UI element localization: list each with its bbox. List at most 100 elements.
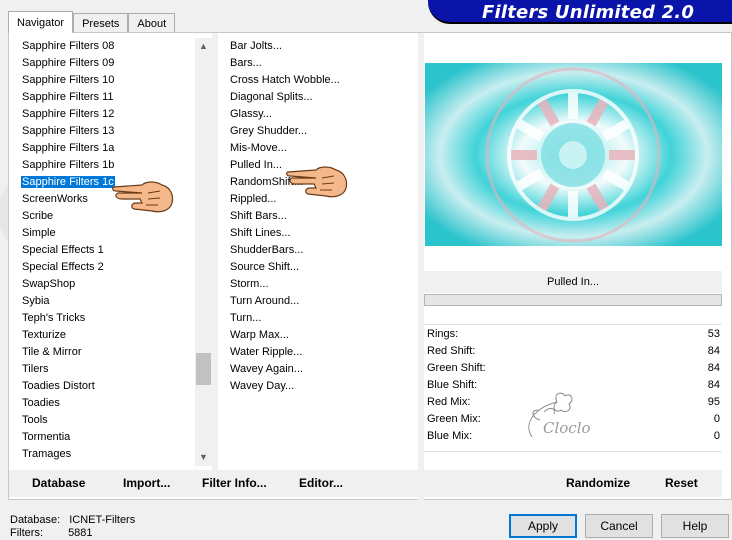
category-item[interactable]: Sybia <box>18 293 196 310</box>
category-item[interactable]: Tormentia <box>18 429 196 446</box>
scroll-up-arrow-icon[interactable]: ▲ <box>195 38 212 55</box>
app-title: Filters Unlimited 2.0 <box>482 2 695 23</box>
category-item[interactable]: Sapphire Filters 09 <box>18 55 196 72</box>
filter-item[interactable]: Source Shift... <box>226 259 416 276</box>
parameter-label: Rings: <box>427 328 459 340</box>
filter-info-button[interactable]: Filter Info... <box>202 476 267 490</box>
filter-item[interactable]: Shift Bars... <box>226 208 416 225</box>
category-item[interactable]: Tramages <box>18 446 196 463</box>
category-item-label: Simple <box>22 227 56 239</box>
randomize-button[interactable]: Randomize <box>566 476 630 490</box>
filter-item[interactable]: ShudderBars... <box>226 242 416 259</box>
tab-presets[interactable]: Presets <box>73 13 129 33</box>
category-item[interactable]: Sapphire Filters 11 <box>18 89 196 106</box>
category-item-label: Teph's Tricks <box>22 312 86 324</box>
parameter-row[interactable]: Green Shift: 84 <box>424 360 722 377</box>
category-item-label: Special Effects 2 <box>22 261 104 273</box>
category-item-label: T... <box>22 465 37 466</box>
filter-item-label: Turn Around... <box>230 295 300 307</box>
filter-item[interactable]: Diagonal Splits... <box>226 89 416 106</box>
filter-item[interactable]: Storm... <box>226 276 416 293</box>
import-button[interactable]: Import... <box>123 476 170 490</box>
filter-item[interactable]: Shift Lines... <box>226 225 416 242</box>
filter-item[interactable]: Cross Hatch Wobble... <box>226 72 416 89</box>
filter-item[interactable]: Wavey Again... <box>226 361 416 378</box>
category-item[interactable]: Sapphire Filters 1b <box>18 157 196 174</box>
scroll-thumb[interactable] <box>196 353 211 385</box>
parameter-value[interactable]: 0 <box>714 428 720 445</box>
category-item[interactable]: Special Effects 1 <box>18 242 196 259</box>
parameter-row[interactable]: Rings: 53 <box>424 326 722 343</box>
filter-item[interactable]: Bar Jolts... <box>226 38 416 55</box>
category-item-label: Scribe <box>22 210 54 222</box>
filter-item-label: Wavey Day... <box>230 380 295 392</box>
filter-item[interactable]: Turn... <box>226 310 416 327</box>
help-button[interactable]: Help <box>661 514 729 538</box>
category-item-label: Sapphire Filters 08 <box>22 40 115 52</box>
parameter-label: Blue Shift: <box>427 379 478 391</box>
filter-item[interactable]: Warp Max... <box>226 327 416 344</box>
category-item[interactable]: Special Effects 2 <box>18 259 196 276</box>
category-item[interactable]: Teph's Tricks <box>18 310 196 327</box>
filter-item-label: Shift Bars... <box>230 210 287 222</box>
category-item-label: Texturize <box>22 329 67 341</box>
category-item[interactable]: SwapShop <box>18 276 196 293</box>
category-item[interactable]: T... <box>18 463 196 466</box>
category-item-label: Tile & Mirror <box>22 346 82 358</box>
parameter-value[interactable]: 53 <box>708 326 720 343</box>
filter-item[interactable]: Grey Shudder... <box>226 123 416 140</box>
category-item[interactable]: Toadies Distort <box>18 378 196 395</box>
parameter-row[interactable]: Red Shift: 84 <box>424 343 722 360</box>
apply-button[interactable]: Apply <box>509 514 577 538</box>
parameter-value[interactable]: 84 <box>708 377 720 394</box>
category-item[interactable]: Sapphire Filters 13 <box>18 123 196 140</box>
preview-spoke <box>568 191 578 217</box>
category-item[interactable]: Sapphire Filters 10 <box>18 72 196 89</box>
filter-item-label: Shift Lines... <box>230 227 291 239</box>
filter-item-label: Pulled In... <box>230 159 282 171</box>
tab-navigator[interactable]: Navigator <box>8 11 74 33</box>
filter-item[interactable]: Glassy... <box>226 106 416 123</box>
category-item[interactable]: Tools <box>18 412 196 429</box>
filter-item[interactable]: Bars... <box>226 55 416 72</box>
filter-item[interactable]: Wavey Day... <box>226 378 416 395</box>
category-item-label: Tormentia <box>22 431 71 443</box>
database-button[interactable]: Database <box>32 476 85 490</box>
filter-preview-image <box>425 63 722 246</box>
category-item[interactable]: Tilers <box>18 361 196 378</box>
category-item[interactable]: Sapphire Filters 12 <box>18 106 196 123</box>
parameter-label: Green Mix: <box>427 413 481 425</box>
parameter-value[interactable]: 0 <box>714 411 720 428</box>
filter-item[interactable]: Turn Around... <box>226 293 416 310</box>
category-item[interactable]: Texturize <box>18 327 196 344</box>
category-scrollbar[interactable]: ▲ ▼ <box>195 38 212 466</box>
category-item-label: Tramages <box>22 448 72 460</box>
category-item[interactable]: Tile & Mirror <box>18 344 196 361</box>
cancel-button[interactable]: Cancel <box>585 514 653 538</box>
filter-item-label: Glassy... <box>230 108 272 120</box>
category-item[interactable]: Simple <box>18 225 196 242</box>
category-item-label: SwapShop <box>22 278 76 290</box>
tab-about[interactable]: About <box>128 13 176 33</box>
filter-item[interactable]: Mis-Move... <box>226 140 416 157</box>
parameter-value[interactable]: 84 <box>708 343 720 360</box>
category-item-label: Toadies Distort <box>22 380 95 392</box>
watermark-signature: Cloclo <box>543 419 591 437</box>
category-list[interactable]: Sapphire Filters 08 Sapphire Filters 09 Sa… <box>18 38 196 466</box>
parameter-value[interactable]: 95 <box>708 394 720 411</box>
filter-list[interactable]: Bar Jolts... Bars... Cross Hatch Wobble...… <box>226 38 416 466</box>
category-item[interactable]: Sapphire Filters 08 <box>18 38 196 55</box>
reset-button[interactable]: Reset <box>665 476 698 490</box>
filter-item-label: Bars... <box>230 57 262 69</box>
status-filters-label: Filters: <box>10 527 43 539</box>
parameter-label: Blue Mix: <box>427 430 473 442</box>
category-item-label: Sapphire Filters 11 <box>22 91 114 103</box>
preview-spoke <box>511 150 537 160</box>
category-item[interactable]: Sapphire Filters 1a <box>18 140 196 157</box>
parameter-value[interactable]: 84 <box>708 360 720 377</box>
scroll-down-arrow-icon[interactable]: ▼ <box>195 449 212 466</box>
category-item[interactable]: Toadies <box>18 395 196 412</box>
status-filters-value: 5881 <box>68 527 93 539</box>
editor-button[interactable]: Editor... <box>299 476 343 490</box>
filter-item[interactable]: Water Ripple... <box>226 344 416 361</box>
